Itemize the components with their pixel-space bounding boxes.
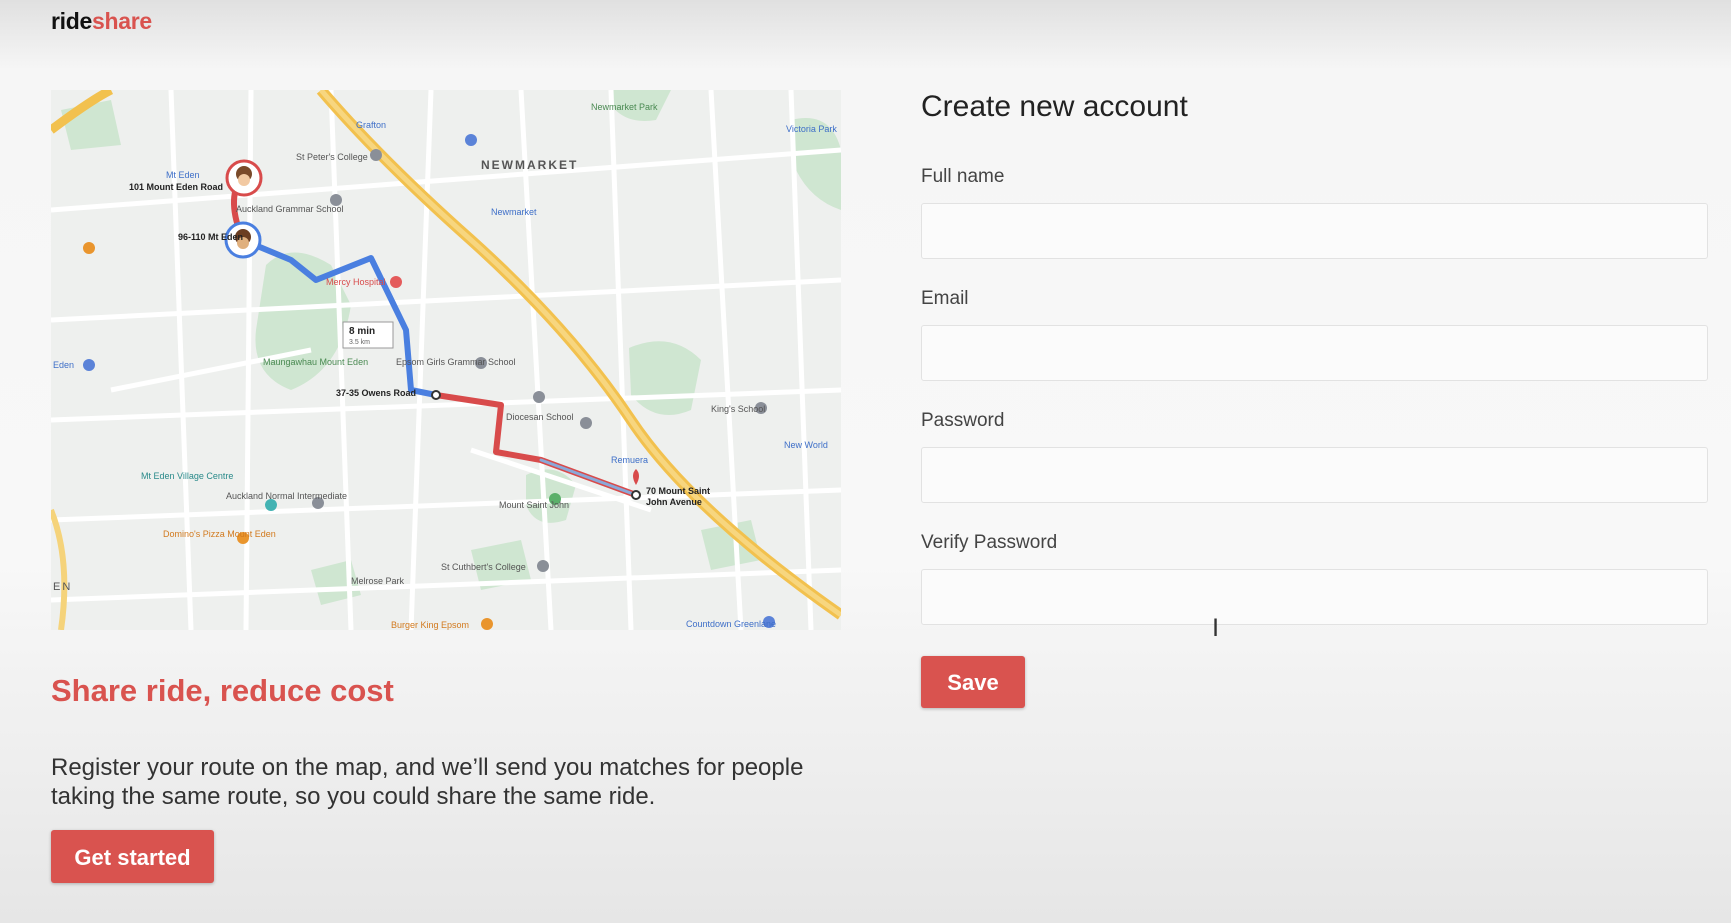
map-label-dest-line1: 70 Mount Saint [646,486,710,496]
map-duration: 8 min [349,326,375,337]
map-label-mt-eden-station: Mt Eden [166,170,200,180]
brand-logo-part-share: share [91,8,152,34]
map-label-st-cuthberts: St Cuthbert's College [441,562,526,572]
email-label: Email [921,288,969,309]
map-label-victoria-park: Victoria Park [786,124,837,134]
hero-description: Register your route on the map, and we’l… [51,754,804,810]
map-label-newmarket-park: Newmarket Park [591,102,658,112]
form-title: Create new account [921,90,1188,123]
map-label-grafton: Grafton [356,120,386,130]
get-started-button[interactable]: Get started [51,830,214,883]
map-label-st-peters: St Peter's College [296,152,368,162]
map-label-mid: 96-110 Mt Eden [178,232,243,242]
map-label-maungawhau: Maungawhau Mount Eden [263,357,368,367]
map-label-melrose-park: Melrose Park [351,576,405,586]
map-label-dest-line2: John Avenue [646,497,702,507]
route-map-image: 8 min 3.5 km NEWMARKET 101 Mount Eden Ro… [51,90,841,630]
map-label-auckland-normal: Auckland Normal Intermediate [226,491,347,501]
map-label-epsom-girls: Epsom Girls Grammar School [396,357,516,367]
map-label-mt-eden-village: Mt Eden Village Centre [141,471,233,481]
map-label-mount-st-john: Mount Saint John [499,500,569,510]
map-label-auckland-grammar: Auckland Grammar School [236,204,344,214]
full-name-label: Full name [921,166,1005,187]
map-duration-box: 8 min 3.5 km [342,321,394,349]
save-button[interactable]: Save [921,656,1025,708]
verify-password-input[interactable] [921,569,1708,625]
map-label-new-world: New World [784,440,828,450]
map-label-burger-king: Burger King Epsom [391,620,469,630]
map-label-countdown: Countdown Greenlane [686,619,776,629]
map-distance: 3.5 km [349,339,370,346]
map-label-remuera: Remuera [611,455,648,465]
hero-title: Share ride, reduce cost [51,673,394,708]
map-label-mercy-hospital: Mercy Hospital [326,277,386,287]
text-cursor-icon: I [1212,614,1220,642]
verify-password-label: Verify Password [921,532,1058,553]
brand-logo-part-ride: ride [51,8,92,34]
map-label-dominos: Domino's Pizza Mount Eden [163,529,276,539]
password-input[interactable] [921,447,1708,503]
map-label-newmarket: NEWMARKET [481,158,578,172]
map-label-newmarket-station: Newmarket [491,207,537,217]
map-label-waypoint: 37-35 Owens Road [336,388,416,398]
brand-logo[interactable]: rideshare [51,8,152,35]
map-label-start: 101 Mount Eden Road [129,182,223,192]
map-label-eden-left: Eden [53,360,74,370]
email-input[interactable] [921,325,1708,381]
map-label-kings-school: King's School [711,404,765,414]
full-name-input[interactable] [921,203,1708,259]
password-label: Password [921,410,1005,431]
map-label-en-edge: EN [53,581,72,593]
map-label-diocesan: Diocesan School [506,412,574,422]
